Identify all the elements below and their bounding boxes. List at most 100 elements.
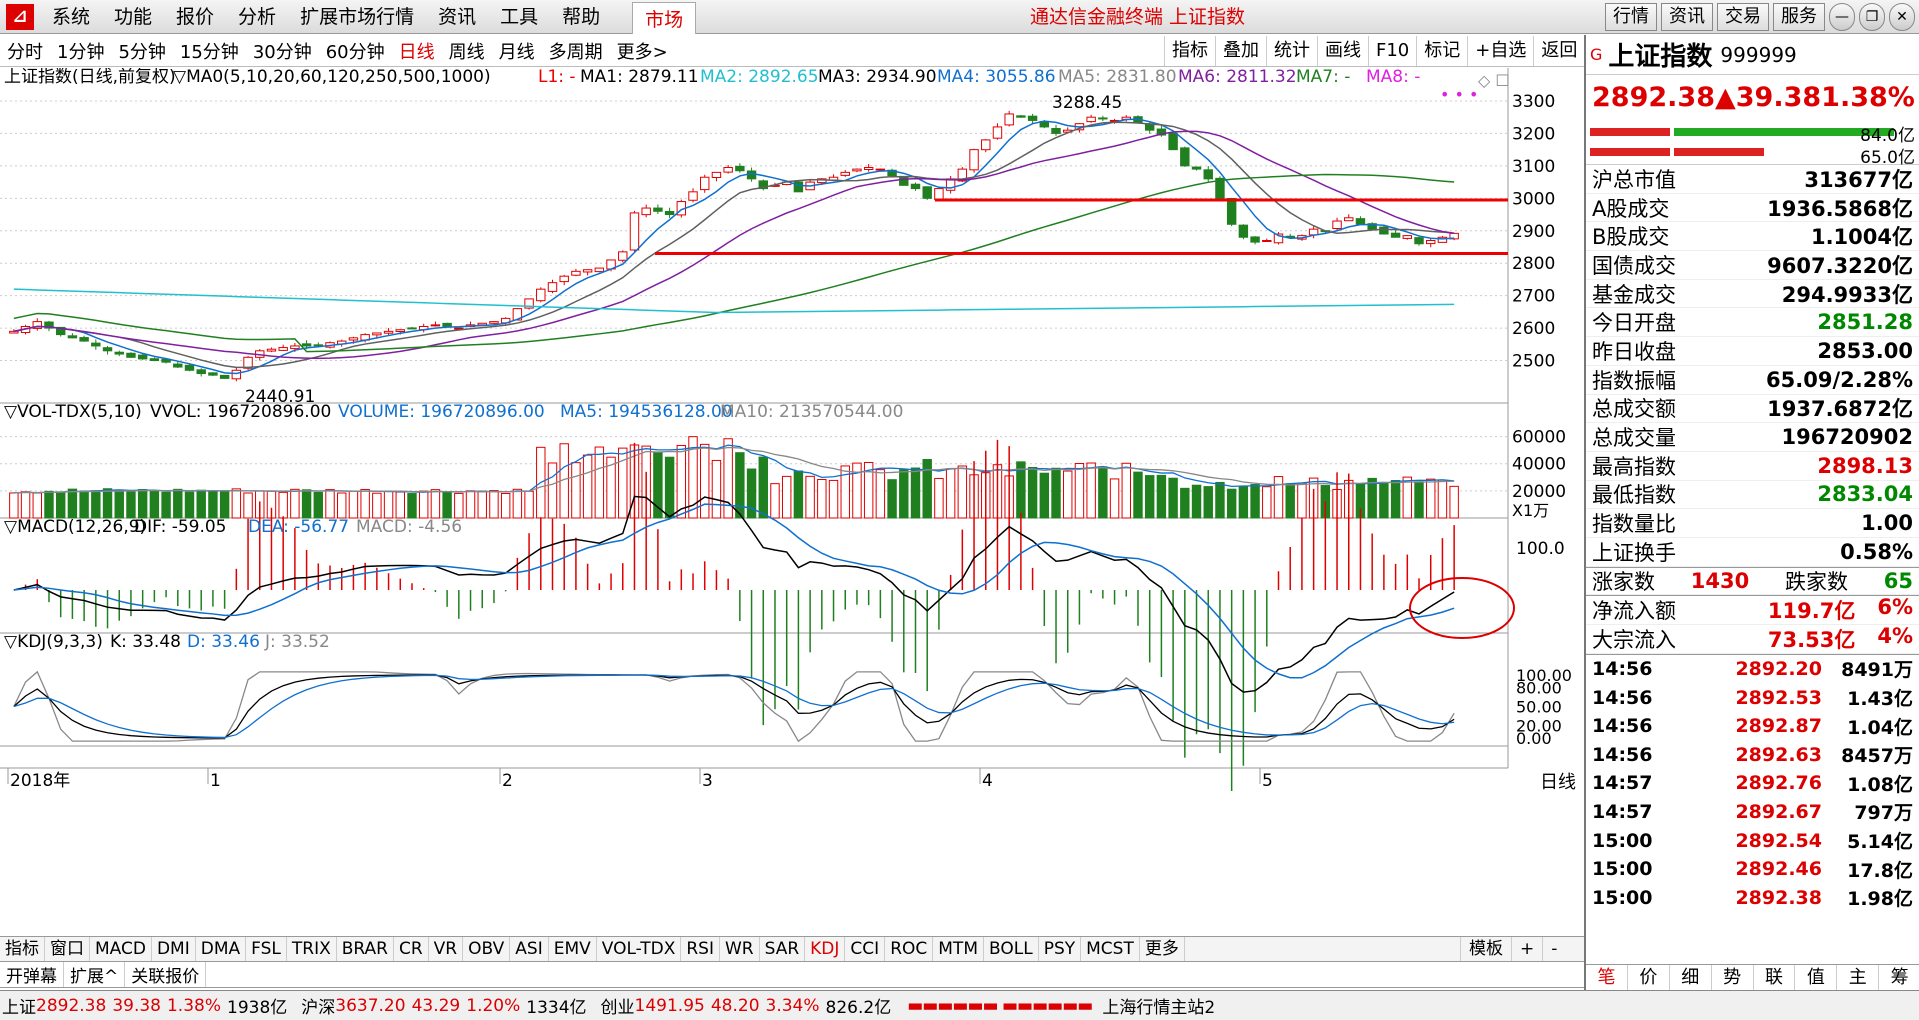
menu-item-7[interactable]: 帮助	[550, 0, 612, 34]
candle	[559, 275, 569, 283]
tool-button-4[interactable]: F10	[1368, 36, 1416, 66]
indicator-15[interactable]: WR	[720, 937, 760, 961]
minimize-icon[interactable]: —	[1829, 3, 1855, 31]
period-1[interactable]: 1分钟	[50, 38, 111, 64]
chart-area[interactable]: 3300 3200 3100 3000 2900 2800 2700 2600 2500 3288…	[0, 68, 1584, 936]
candle	[1191, 166, 1202, 170]
indicator-20[interactable]: MTM	[933, 937, 984, 961]
sub-bar: 开弹幕 扩展^ 关联报价	[0, 962, 1584, 988]
template-button-2[interactable]: -	[1542, 937, 1565, 961]
period-5[interactable]: 60分钟	[319, 38, 392, 64]
panel-tab-1[interactable]: 价	[1628, 965, 1670, 990]
indicator-14[interactable]: RSI	[681, 937, 720, 961]
sub-button-0[interactable]: 开弹幕	[0, 962, 64, 987]
template-button-0[interactable]: 模板	[1460, 937, 1511, 961]
top-button-1[interactable]: 资讯	[1661, 3, 1713, 31]
top-button-0[interactable]: 行情	[1605, 3, 1657, 31]
indicator-5[interactable]: FSL	[246, 937, 287, 961]
panel-tab-6[interactable]: 主	[1837, 965, 1880, 990]
volume-bar	[1273, 476, 1284, 519]
period-3[interactable]: 15分钟	[173, 38, 246, 64]
indicator-4[interactable]: DMA	[196, 937, 247, 961]
indicator-12[interactable]: EMV	[549, 937, 597, 961]
app-logo-icon: ⊿	[6, 3, 34, 30]
panel-tab-4[interactable]: 联	[1754, 965, 1796, 990]
server-station[interactable]: 上海行情主站2	[1102, 993, 1215, 1018]
candle	[126, 352, 136, 358]
indicator-11[interactable]: ASI	[510, 937, 549, 961]
indicator-23[interactable]: MCST	[1081, 937, 1140, 961]
indicator-10[interactable]: OBV	[463, 937, 511, 961]
panel-tab-7[interactable]: 筹	[1879, 965, 1919, 990]
tool-button-5[interactable]: 标记	[1416, 36, 1467, 66]
chart-toggle-icon[interactable]: ◇ ☐	[1478, 71, 1510, 90]
menu-item-3[interactable]: 分析	[226, 0, 288, 34]
indicator-2[interactable]: MACD	[90, 937, 152, 961]
candle	[1426, 240, 1436, 245]
stat-label: 今日开盘	[1592, 311, 1676, 336]
tool-button-0[interactable]: 指标	[1164, 36, 1215, 66]
period-6[interactable]: 日线	[392, 38, 442, 64]
period-9[interactable]: 多周期	[542, 38, 610, 64]
candle	[922, 186, 932, 199]
menu-item-1[interactable]: 功能	[102, 0, 164, 34]
period-7[interactable]: 周线	[442, 38, 492, 64]
dif-line	[13, 495, 1455, 693]
tick-price: 2892.67	[1735, 800, 1822, 823]
panel-tab-3[interactable]: 势	[1712, 965, 1754, 990]
sub-button-1[interactable]: 扩展^	[64, 962, 126, 987]
macd-legend-item: DEA: -56.77	[248, 517, 349, 537]
indicator-8[interactable]: CR	[394, 937, 429, 961]
menu-item-2[interactable]: 报价	[164, 0, 226, 34]
period-4[interactable]: 30分钟	[246, 38, 319, 64]
volume-bar	[55, 491, 66, 519]
menu-item-4[interactable]: 扩展市场行情	[288, 0, 426, 34]
tool-button-2[interactable]: 统计	[1266, 36, 1317, 66]
panel-tab-2[interactable]: 细	[1670, 965, 1712, 990]
menu-item-5[interactable]: 资讯	[426, 0, 488, 34]
indicator-13[interactable]: VOL-TDX	[597, 937, 682, 961]
vol-tick: 60000	[1512, 428, 1566, 448]
indicator-7[interactable]: BRAR	[337, 937, 394, 961]
volume-bar	[301, 489, 312, 519]
panel-tab-0[interactable]: 笔	[1586, 965, 1628, 990]
template-button-1[interactable]: +	[1511, 937, 1542, 961]
kline-chart[interactable]: 3300 3200 3100 3000 2900 2800 2700 2600 2500 3288…	[0, 68, 1584, 936]
volume-bar	[899, 469, 909, 519]
candle	[536, 288, 546, 302]
tool-button-3[interactable]: 画线	[1317, 36, 1368, 66]
indicator-3[interactable]: DMI	[152, 937, 196, 961]
indicator-24[interactable]: 更多	[1140, 937, 1185, 961]
indicator-9[interactable]: VR	[429, 937, 464, 961]
indicator-6[interactable]: TRIX	[287, 937, 337, 961]
period-2[interactable]: 5分钟	[111, 38, 172, 64]
tool-button-6[interactable]: +自选	[1467, 36, 1533, 66]
tool-button-1[interactable]: 叠加	[1215, 36, 1266, 66]
indicator-16[interactable]: SAR	[760, 937, 806, 961]
indicator-22[interactable]: PSY	[1039, 937, 1082, 961]
menu-item-6[interactable]: 工具	[488, 0, 550, 34]
tool-button-7[interactable]: 返回	[1533, 36, 1584, 66]
period-10[interactable]: 更多>	[610, 38, 675, 64]
indicator-1[interactable]: 窗口	[45, 937, 90, 961]
indicator-0[interactable]: 指标	[0, 937, 45, 961]
tick-list[interactable]: 14:56 2892.20 8491万 14:56 2892.53 1.43亿 14:56 2…	[1586, 653, 1919, 912]
top-button-3[interactable]: 服务	[1773, 3, 1825, 31]
indicator-17[interactable]: KDJ	[805, 937, 846, 961]
tab-market[interactable]: 市场	[632, 1, 697, 34]
indicator-21[interactable]: BOLL	[984, 937, 1039, 961]
period-0[interactable]: 分时	[0, 38, 50, 64]
indicator-19[interactable]: ROC	[885, 937, 934, 961]
indicator-18[interactable]: CCI	[845, 937, 886, 961]
highlight-circle[interactable]	[1409, 577, 1515, 639]
vol-legend-item: ▽VOL-TDX(5,10)	[4, 402, 142, 422]
more-dots-icon[interactable]: • • •	[1440, 85, 1478, 104]
close-icon[interactable]: ✕	[1889, 3, 1915, 31]
period-8[interactable]: 月线	[492, 38, 542, 64]
top-button-2[interactable]: 交易	[1717, 3, 1769, 31]
panel-tab-5[interactable]: 值	[1795, 965, 1838, 990]
sub-button-2[interactable]: 关联报价	[125, 962, 207, 987]
restore-icon[interactable]: ❐	[1859, 3, 1885, 31]
menu-item-0[interactable]: 系统	[40, 0, 102, 34]
candle	[852, 168, 862, 172]
